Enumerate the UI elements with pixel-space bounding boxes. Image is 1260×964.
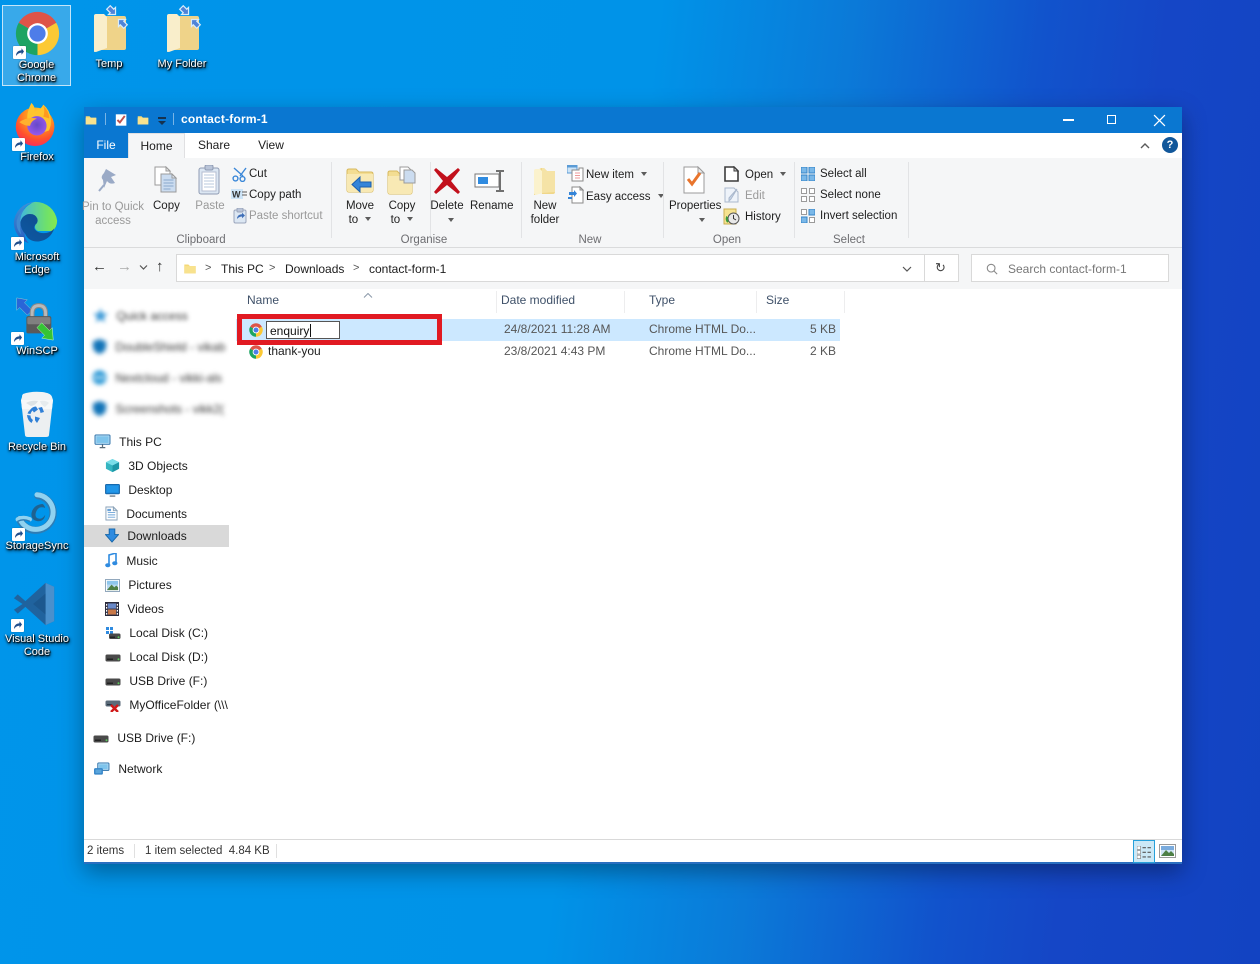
svg-text:W: W	[232, 190, 241, 200]
